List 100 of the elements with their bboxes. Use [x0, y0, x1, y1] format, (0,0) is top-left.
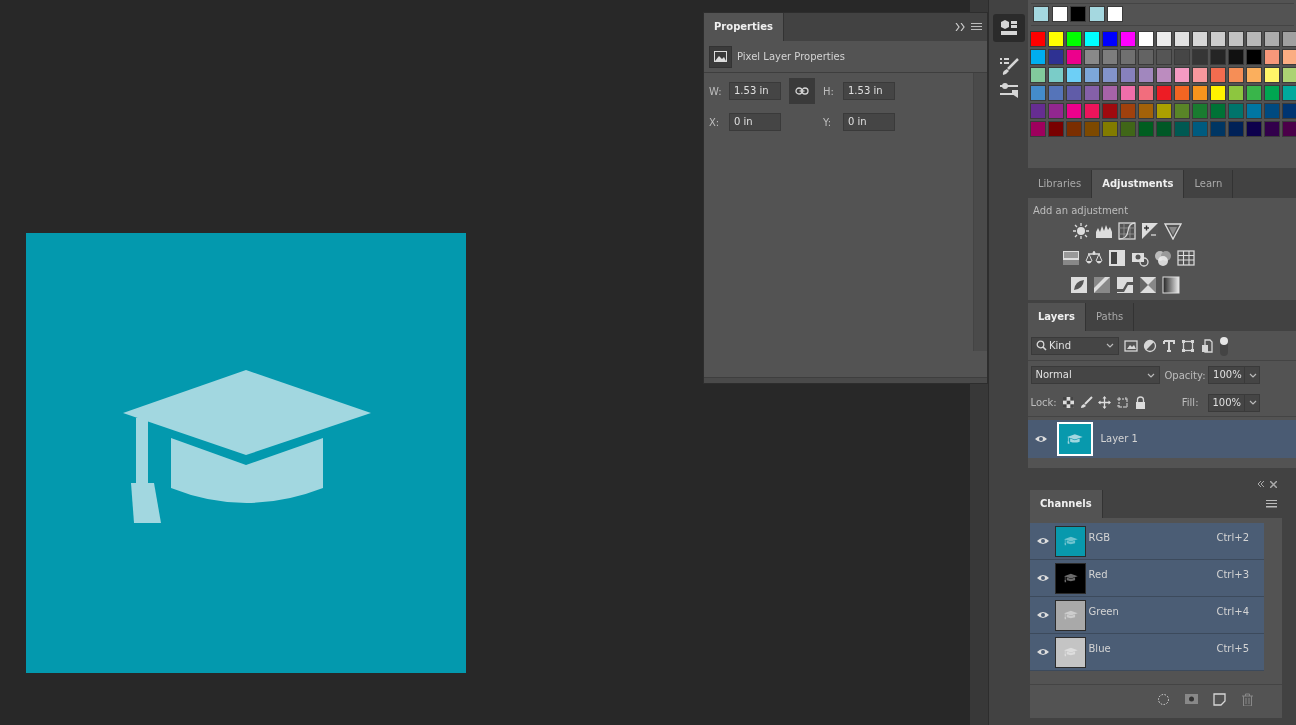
swatch[interactable] — [1088, 6, 1105, 22]
move-arrows-icon[interactable] — [1097, 396, 1111, 409]
swatch[interactable] — [1102, 84, 1118, 101]
panel-tab[interactable]: Channels — [1030, 490, 1103, 518]
half-circle-icon[interactable] — [1142, 338, 1157, 353]
swatch[interactable] — [1030, 48, 1046, 65]
visibility-eye-icon[interactable] — [1034, 433, 1048, 444]
mask-icon[interactable] — [1185, 693, 1198, 706]
swatch[interactable] — [1120, 48, 1136, 65]
crop-frame-icon[interactable] — [1115, 396, 1129, 409]
swatch[interactable] — [1246, 120, 1262, 137]
swatch[interactable] — [1120, 66, 1136, 83]
swatch[interactable] — [1156, 120, 1172, 137]
swatch[interactable] — [1282, 30, 1296, 47]
swatch[interactable] — [1138, 48, 1154, 65]
swatch[interactable] — [1120, 30, 1136, 47]
document-filter-icon[interactable] — [1199, 338, 1214, 353]
collapse-icon[interactable] — [1257, 481, 1265, 487]
half-square-icon[interactable] — [1108, 249, 1126, 267]
swatch[interactable] — [1264, 102, 1280, 119]
swatch[interactable] — [1246, 48, 1262, 65]
swatch[interactable] — [1030, 120, 1046, 137]
visibility-eye-icon[interactable] — [1036, 647, 1050, 657]
swatch[interactable] — [1264, 30, 1280, 47]
swatch[interactable] — [1048, 102, 1064, 119]
swatch[interactable] — [1084, 120, 1100, 137]
grid-icon[interactable] — [1177, 249, 1195, 267]
leaf-square-icon[interactable] — [1070, 276, 1088, 294]
swatch[interactable] — [1282, 66, 1296, 83]
value-field[interactable]: 0 in — [843, 113, 895, 131]
swatch[interactable] — [1084, 102, 1100, 119]
channel-row[interactable]: Red Ctrl+3 — [1030, 560, 1264, 597]
swatch[interactable] — [1030, 102, 1046, 119]
swatch[interactable] — [1066, 30, 1082, 47]
swatch[interactable] — [1084, 66, 1100, 83]
swatch[interactable] — [1210, 48, 1226, 65]
brush-lock-icon[interactable] — [1079, 396, 1093, 409]
swatch[interactable] — [1156, 30, 1172, 47]
swatch[interactable] — [1246, 102, 1262, 119]
filter-toggle-icon[interactable] — [1218, 334, 1229, 357]
swatch[interactable] — [1192, 66, 1208, 83]
swatch[interactable] — [1048, 48, 1064, 65]
swatch[interactable] — [1210, 120, 1226, 137]
value-field[interactable]: 1.53 in — [729, 82, 781, 100]
text-type-icon[interactable] — [1161, 338, 1176, 353]
hourglass-square-icon[interactable] — [1139, 276, 1157, 294]
swatch[interactable] — [1120, 102, 1136, 119]
swatch[interactable] — [1156, 102, 1172, 119]
visibility-eye-icon[interactable] — [1036, 610, 1050, 620]
gradient-square-icon[interactable] — [1162, 276, 1180, 294]
channel-row[interactable]: RGB Ctrl+2 — [1030, 523, 1264, 560]
menu-icon[interactable] — [1266, 500, 1277, 508]
swatch[interactable] — [1264, 48, 1280, 65]
swatch[interactable] — [1174, 84, 1190, 101]
scrollbar-track[interactable] — [973, 73, 987, 351]
filter-dropdown[interactable]: Kind — [1030, 336, 1119, 355]
swatch[interactable] — [1138, 30, 1154, 47]
swatch[interactable] — [1246, 84, 1262, 101]
swatch[interactable] — [1192, 48, 1208, 65]
swatch[interactable] — [1282, 48, 1296, 65]
blend-mode-dropdown[interactable]: Normal — [1030, 366, 1160, 384]
swatch[interactable] — [1246, 30, 1262, 47]
visibility-eye-icon[interactable] — [1036, 573, 1050, 583]
swatch[interactable] — [1174, 48, 1190, 65]
swatch[interactable] — [1048, 84, 1064, 101]
swatch[interactable] — [1102, 48, 1118, 65]
swatch[interactable] — [1192, 84, 1208, 101]
swatch[interactable] — [1084, 84, 1100, 101]
panel-tab[interactable]: Adjustments — [1092, 170, 1185, 198]
swatch[interactable] — [1048, 120, 1064, 137]
swatch[interactable] — [1210, 84, 1226, 101]
panel-tab[interactable]: Layers — [1028, 303, 1086, 331]
swatch[interactable] — [1084, 48, 1100, 65]
padlock-icon[interactable] — [1133, 396, 1147, 409]
curve-grid-icon[interactable] — [1118, 222, 1136, 240]
swatch[interactable] — [1174, 102, 1190, 119]
channel-row[interactable]: Blue Ctrl+5 — [1030, 634, 1264, 671]
layer-row[interactable]: Layer 1 — [1028, 419, 1296, 458]
swatch[interactable] — [1048, 66, 1064, 83]
swatch[interactable] — [1066, 120, 1082, 137]
zigzag-square-icon[interactable] — [1116, 276, 1134, 294]
swatch[interactable] — [1156, 84, 1172, 101]
swatch[interactable] — [1192, 102, 1208, 119]
swatch[interactable] — [1102, 102, 1118, 119]
swatch[interactable] — [1070, 6, 1086, 22]
dotted-circle-icon[interactable] — [1157, 693, 1170, 706]
swatch[interactable] — [1192, 30, 1208, 47]
swatch[interactable] — [1051, 6, 1068, 22]
transform-frame-icon[interactable] — [1180, 338, 1195, 353]
bar-strip-icon[interactable] — [1062, 249, 1080, 267]
brush-list-icon[interactable] — [997, 56, 1020, 76]
swatch[interactable] — [1102, 120, 1118, 137]
image-filter-icon[interactable] — [1123, 338, 1138, 353]
swatch[interactable] — [1084, 30, 1100, 47]
link-toggle-button[interactable] — [789, 78, 815, 104]
swatch[interactable] — [1138, 66, 1154, 83]
new-page-icon[interactable] — [1213, 693, 1226, 706]
swatch[interactable] — [1174, 66, 1190, 83]
visibility-eye-icon[interactable] — [1036, 536, 1050, 546]
swatch[interactable] — [1033, 6, 1049, 22]
